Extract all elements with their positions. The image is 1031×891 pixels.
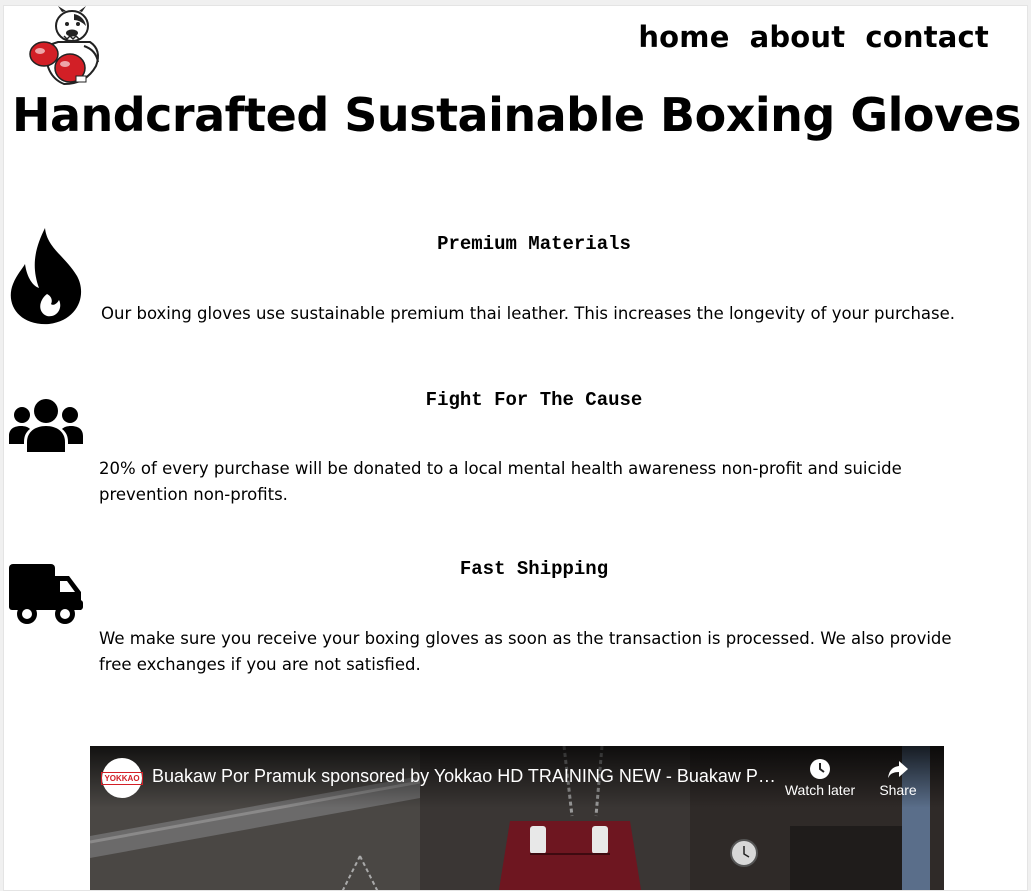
- feature-title: Premium Materials: [437, 233, 631, 255]
- share-icon: [888, 761, 908, 778]
- feature-text: We make sure you receive your boxing glo…: [99, 629, 952, 674]
- users-icon: [9, 398, 83, 456]
- feature-title: Fast Shipping: [459, 558, 609, 580]
- video-title[interactable]: Buakaw Por Pramuk sponsored by Yokkao HD…: [152, 766, 784, 787]
- nav-link-contact[interactable]: contact: [865, 20, 989, 54]
- nav-link-home[interactable]: home: [638, 20, 729, 54]
- channel-avatar[interactable]: YOKKAO: [101, 758, 143, 798]
- channel-logo-text: YOKKAO: [101, 771, 143, 785]
- nav-link-about[interactable]: about: [750, 20, 846, 54]
- page-headline: Handcrafted Sustainable Boxing Gloves: [11, 88, 1022, 142]
- feature-title: Fight For The Cause: [425, 389, 643, 411]
- feature-text: 20% of every purchase will be donated to…: [99, 459, 902, 504]
- watch-later-button[interactable]: Watch later: [780, 758, 860, 798]
- share-button[interactable]: Share: [858, 758, 938, 798]
- feature-text: Our boxing gloves use sustainable premiu…: [101, 304, 956, 323]
- main-nav: home about contact: [638, 20, 989, 54]
- page: home about contact Handcrafted Sustainab…: [3, 5, 1028, 891]
- truck-icon: [9, 564, 83, 630]
- watch-later-label: Watch later: [784, 782, 856, 798]
- logo[interactable]: [24, 6, 104, 86]
- clock-icon: [810, 759, 830, 779]
- video-player[interactable]: YOKKAO Buakaw Por Pramuk sponsored by Yo…: [90, 746, 944, 890]
- share-label: Share: [879, 782, 917, 798]
- fire-icon: [9, 228, 83, 330]
